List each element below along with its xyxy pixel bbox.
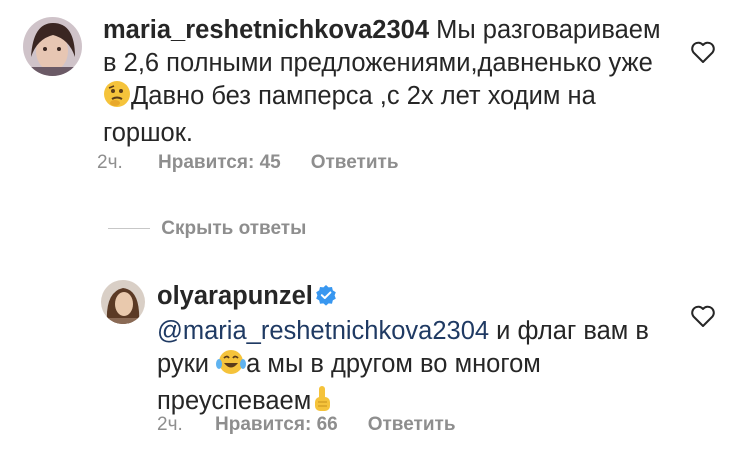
comment-body: olyarapunzel @maria_reshetnichkova2304 и … — [157, 280, 677, 422]
comment-body: maria_reshetnichkova2304 Мы разговаривае… — [103, 14, 673, 150]
likes-count[interactable]: Нравится: 66 — [215, 414, 338, 436]
comment-timestamp: 2ч. — [157, 414, 183, 435]
comment-meta: 2ч. Нравится: 45 Ответить — [97, 152, 399, 174]
comment-username[interactable]: maria_reshetnichkova2304 — [103, 16, 429, 44]
like-heart-icon[interactable] — [690, 40, 716, 64]
avatar[interactable] — [23, 17, 82, 76]
hide-replies-label: Скрыть ответы — [161, 218, 307, 239]
hide-replies-button[interactable]: Скрыть ответы — [108, 216, 306, 242]
like-heart-icon[interactable] — [690, 304, 716, 328]
mention-link[interactable]: @maria_reshetnichkova2304 — [157, 317, 489, 345]
face-with-tears-of-joy-icon — [216, 348, 247, 385]
reply-button[interactable]: Ответить — [368, 414, 456, 436]
comment-timestamp: 2ч. — [97, 152, 123, 173]
comment-meta: 2ч. Нравится: 66 Ответить — [157, 414, 456, 436]
comment-username[interactable]: olyarapunzel — [157, 282, 313, 310]
comment-text: Давно без памперса ,с 2х лет ходим на го… — [103, 82, 596, 147]
thinking-face-icon — [103, 80, 131, 117]
divider-line — [108, 228, 150, 230]
verified-badge-icon — [315, 282, 337, 315]
likes-count[interactable]: Нравится: 45 — [158, 152, 281, 174]
avatar[interactable] — [101, 280, 145, 324]
reply-button[interactable]: Ответить — [311, 152, 399, 174]
